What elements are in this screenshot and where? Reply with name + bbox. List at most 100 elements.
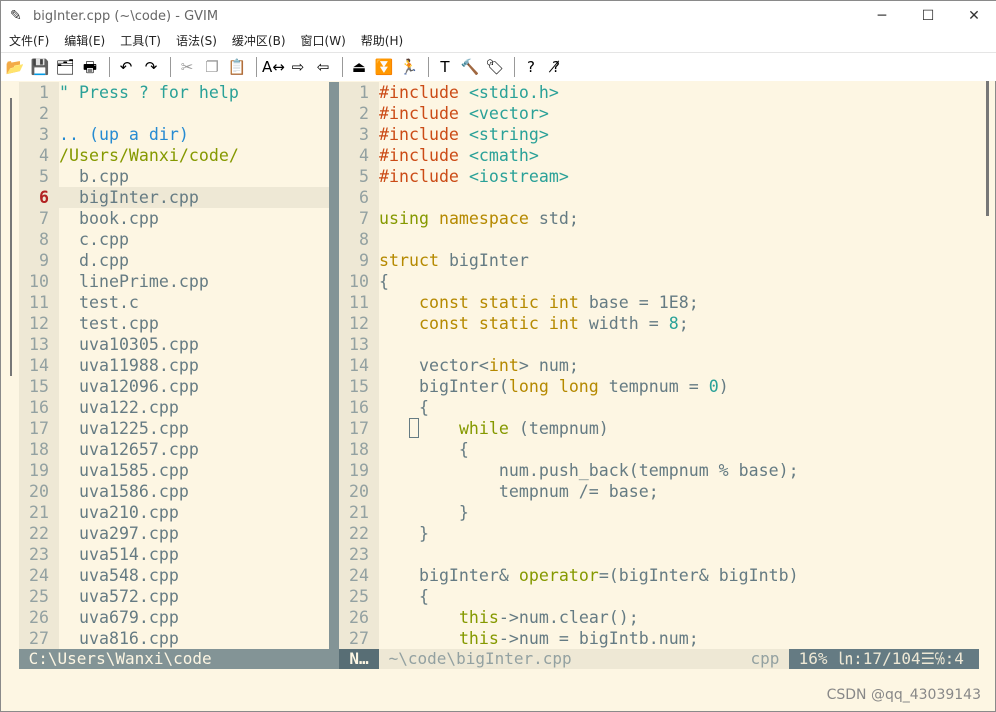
- code-line[interactable]: 11 const static int base = 1E8;: [339, 292, 979, 313]
- toolbar-separator: [342, 57, 343, 77]
- redo-icon[interactable]: ↷: [140, 56, 162, 78]
- vertical-split-separator[interactable]: [329, 82, 339, 669]
- code-line[interactable]: 20 tempnum /= base;: [339, 481, 979, 502]
- maximize-button[interactable]: ☐: [905, 1, 951, 31]
- code-line[interactable]: 8: [339, 229, 979, 250]
- explorer-line[interactable]: 10 linePrime.cpp: [19, 271, 329, 292]
- save-icon[interactable]: 💾: [29, 56, 51, 78]
- code-line[interactable]: 3 #include <string>: [339, 124, 979, 145]
- line-number: 3: [339, 124, 379, 145]
- explorer-line[interactable]: 11 test.c: [19, 292, 329, 313]
- code-line[interactable]: 27 this->num = bigIntb.num;: [339, 628, 979, 649]
- jump-tag-icon[interactable]: 🏷: [484, 56, 506, 78]
- explorer-line[interactable]: 20 uva1586.cpp: [19, 481, 329, 502]
- code-line[interactable]: 25 {: [339, 586, 979, 607]
- build-tags-icon[interactable]: 🔨: [459, 56, 481, 78]
- explorer-line[interactable]: 6 bigInter.cpp: [19, 187, 329, 208]
- explorer-line[interactable]: 7 book.cpp: [19, 208, 329, 229]
- code-line[interactable]: 13: [339, 334, 979, 355]
- code-line[interactable]: 16 {: [339, 397, 979, 418]
- menu-2[interactable]: 工具(T): [120, 31, 161, 52]
- code-line[interactable]: 7 using namespace std;: [339, 208, 979, 229]
- explorer-line[interactable]: 5 b.cpp: [19, 166, 329, 187]
- code-line[interactable]: 24 bigInter& operator=(bigInter& bigIntb…: [339, 565, 979, 586]
- explorer-line[interactable]: 19 uva1585.cpp: [19, 460, 329, 481]
- code-line[interactable]: 1 #include <stdio.h>: [339, 82, 979, 103]
- explorer-line[interactable]: 12 test.cpp: [19, 313, 329, 334]
- code-line[interactable]: 14 vector<int> num;: [339, 355, 979, 376]
- code-line[interactable]: 18 {: [339, 439, 979, 460]
- open-icon[interactable]: 📂: [4, 56, 26, 78]
- explorer-line[interactable]: 9 d.cpp: [19, 250, 329, 271]
- find-next-icon[interactable]: ⇨: [287, 56, 309, 78]
- find-prev-icon[interactable]: ⇦: [312, 56, 334, 78]
- explorer-line[interactable]: 13 uva10305.cpp: [19, 334, 329, 355]
- run-script-icon[interactable]: 🏃: [398, 56, 420, 78]
- code-line[interactable]: 23: [339, 544, 979, 565]
- explorer-line[interactable]: 4/Users/Wanxi/code/: [19, 145, 329, 166]
- menu-3[interactable]: 语法(S): [176, 31, 217, 52]
- minimize-button[interactable]: ─: [859, 1, 905, 31]
- explorer-line[interactable]: 8 c.cpp: [19, 229, 329, 250]
- paste-icon[interactable]: 📋: [226, 56, 248, 78]
- help-icon[interactable]: ?: [520, 56, 542, 78]
- menu-6[interactable]: 帮助(H): [361, 31, 403, 52]
- editor-pane[interactable]: 1 #include <stdio.h> 2 #include <vector> 3 #i…: [339, 82, 979, 649]
- explorer-line[interactable]: 25 uva572.cpp: [19, 586, 329, 607]
- explorer-line[interactable]: 24 uva548.cpp: [19, 565, 329, 586]
- make-icon[interactable]: T: [434, 56, 456, 78]
- explorer-line[interactable]: 15 uva12096.cpp: [19, 376, 329, 397]
- explorer-line[interactable]: 14 uva11988.cpp: [19, 355, 329, 376]
- save-all-icon[interactable]: 🗂: [54, 56, 76, 78]
- replace-icon[interactable]: A↔: [262, 56, 285, 78]
- explorer-line[interactable]: 27 uva816.cpp: [19, 628, 329, 649]
- menu-4[interactable]: 缓冲区(B): [232, 31, 286, 52]
- code-line[interactable]: 4 #include <cmath>: [339, 145, 979, 166]
- code-line[interactable]: 17 while (tempnum): [339, 418, 979, 439]
- print-icon[interactable]: 🖶: [79, 56, 101, 78]
- left-scrollbar[interactable]: [10, 98, 12, 376]
- explorer-line[interactable]: 17 uva1225.cpp: [19, 418, 329, 439]
- explorer-line[interactable]: 16 uva122.cpp: [19, 397, 329, 418]
- code-line[interactable]: 9 struct bigInter: [339, 250, 979, 271]
- load-session-icon[interactable]: ⏏: [348, 56, 370, 78]
- text-token: num.push_back(tempnum % base);: [379, 461, 799, 480]
- menu-5[interactable]: 窗口(W): [301, 31, 346, 52]
- menu-1[interactable]: 编辑(E): [64, 31, 105, 52]
- code-line[interactable]: 6: [339, 187, 979, 208]
- code-line[interactable]: 12 const static int width = 8;: [339, 313, 979, 334]
- find-help-icon[interactable]: ?̸: [545, 56, 567, 78]
- editor-scrollbar-thumb[interactable]: [986, 81, 989, 216]
- cut-icon[interactable]: ✂: [176, 56, 198, 78]
- code-line[interactable]: 19 num.push_back(tempnum % base);: [339, 460, 979, 481]
- copy-icon[interactable]: ❐: [201, 56, 223, 78]
- explorer-line[interactable]: 2: [19, 103, 329, 124]
- code-line[interactable]: 26 this->num.clear();: [339, 607, 979, 628]
- toolbar-separator: [256, 57, 257, 77]
- code-line[interactable]: 22 }: [339, 523, 979, 544]
- close-button[interactable]: ✕: [951, 1, 996, 31]
- explorer-line[interactable]: 1 " Press ? for help: [19, 82, 329, 103]
- line-number: 9: [339, 250, 379, 271]
- explorer-line[interactable]: 22 uva297.cpp: [19, 523, 329, 544]
- keyword-token: long long: [508, 377, 599, 396]
- explorer-line[interactable]: 18 uva12657.cpp: [19, 439, 329, 460]
- code-line[interactable]: 15 bigInter(long long tempnum = 0): [339, 376, 979, 397]
- text-token: uva122.cpp: [59, 398, 179, 417]
- explorer-line[interactable]: 3.. (up a dir): [19, 124, 329, 145]
- undo-icon[interactable]: ↶: [115, 56, 137, 78]
- text-token: uva297.cpp: [59, 524, 179, 543]
- menu-0[interactable]: 文件(F): [9, 31, 49, 52]
- line-number: 5: [19, 166, 59, 187]
- explorer-line[interactable]: 23 uva514.cpp: [19, 544, 329, 565]
- code-line[interactable]: 10{: [339, 271, 979, 292]
- explorer-line[interactable]: 26 uva679.cpp: [19, 607, 329, 628]
- explorer-line[interactable]: 21 uva210.cpp: [19, 502, 329, 523]
- code-line[interactable]: 5 #include <iostream>: [339, 166, 979, 187]
- code-line[interactable]: 2 #include <vector>: [339, 103, 979, 124]
- code-line[interactable]: 21 }: [339, 502, 979, 523]
- line-text: [379, 187, 979, 208]
- save-session-icon[interactable]: ⏬: [373, 56, 395, 78]
